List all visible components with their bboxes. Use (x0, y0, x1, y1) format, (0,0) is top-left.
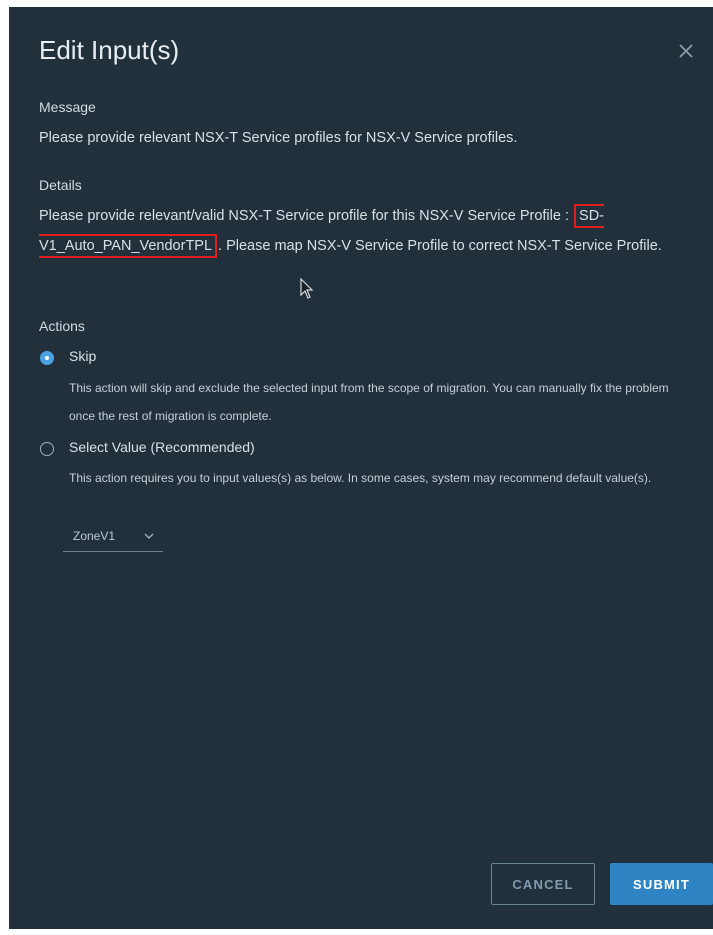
details-text-after: . Please map NSX-V Service Profile to co… (218, 238, 662, 254)
select-value-help-text: This action requires you to input values… (69, 471, 652, 485)
skip-help-text: This action will skip and exclude the se… (69, 381, 669, 423)
select-value-radio[interactable] (40, 442, 54, 456)
chevron-down-icon (144, 533, 154, 539)
details-label: Details (39, 177, 82, 193)
details-text: Please provide relevant/valid NSX-T Serv… (39, 201, 689, 261)
submit-button[interactable]: SUBMIT (610, 863, 713, 905)
select-value-radio-label[interactable]: Select Value (Recommended) (69, 439, 255, 455)
mouse-cursor-icon (300, 278, 314, 299)
dialog-title: Edit Input(s) (39, 35, 180, 65)
cancel-button[interactable]: CANCEL (491, 863, 595, 905)
edit-inputs-dialog: Edit Input(s) Message Please provide rel… (9, 7, 713, 929)
actions-label: Actions (39, 318, 85, 334)
close-icon[interactable] (676, 41, 696, 61)
skip-radio-label[interactable]: Skip (69, 348, 96, 364)
skip-radio[interactable] (40, 351, 54, 365)
message-text: Please provide relevant NSX-T Service pr… (39, 130, 518, 146)
message-label: Message (39, 99, 96, 115)
zone-select[interactable]: ZoneV1 (63, 525, 163, 552)
zone-select-value: ZoneV1 (73, 529, 116, 543)
details-text-before: Please provide relevant/valid NSX-T Serv… (39, 208, 574, 224)
